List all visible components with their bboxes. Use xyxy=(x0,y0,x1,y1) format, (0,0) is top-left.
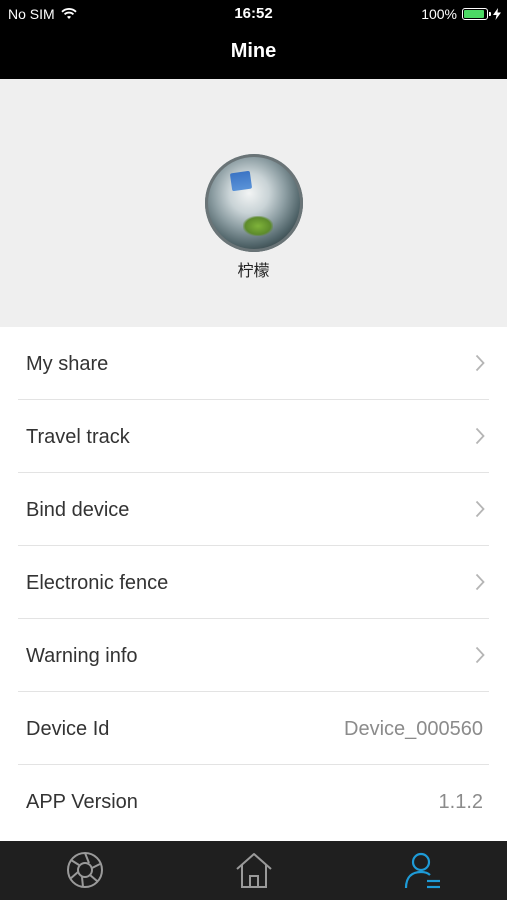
menu-item-label: My share xyxy=(26,353,109,375)
status-right: 100% xyxy=(421,6,501,22)
status-bar: No SIM 16:52 100% xyxy=(0,0,507,28)
chevron-right-icon xyxy=(475,427,485,445)
menu-item-label: Electronic fence xyxy=(26,572,169,594)
chevron-right-icon xyxy=(475,646,485,664)
chevron-right-icon xyxy=(475,354,485,372)
app-version-value: 1.1.2 xyxy=(438,791,483,813)
tab-profile[interactable] xyxy=(403,850,443,890)
menu-item-label: Device Id xyxy=(26,718,110,740)
tab-bar xyxy=(0,841,507,900)
menu-item-my-share[interactable]: My share xyxy=(18,327,489,400)
home-icon xyxy=(236,853,272,888)
battery-icon xyxy=(462,8,491,20)
menu-item-warning-info[interactable]: Warning info xyxy=(18,619,489,692)
chevron-right-icon xyxy=(475,573,485,591)
profile-name: 柠檬 xyxy=(237,261,270,280)
battery-percent: 100% xyxy=(421,6,457,22)
device-id-value: Device_000560 xyxy=(344,718,483,740)
tab-home[interactable] xyxy=(234,850,274,890)
menu-item-app-version: APP Version 1.1.2 xyxy=(18,765,489,838)
menu-item-travel-track[interactable]: Travel track xyxy=(18,400,489,473)
profile-header: 柠檬 xyxy=(0,79,507,327)
menu-item-label: APP Version xyxy=(26,791,138,813)
chevron-right-icon xyxy=(475,500,485,518)
menu-item-bind-device[interactable]: Bind device xyxy=(18,473,489,546)
nav-bar: Mine xyxy=(0,28,507,79)
avatar[interactable] xyxy=(205,154,303,252)
menu-item-device-id: Device Id Device_000560 xyxy=(18,692,489,765)
camera-shutter-icon xyxy=(67,852,103,888)
menu-item-label: Bind device xyxy=(26,499,130,521)
charging-bolt-icon xyxy=(493,8,501,20)
profile-icon xyxy=(404,852,440,889)
menu-item-label: Travel track xyxy=(26,426,130,448)
tab-camera[interactable] xyxy=(65,850,105,890)
settings-menu: My share Travel track Bind device Electr… xyxy=(0,327,507,838)
page-title: Mine xyxy=(230,40,277,62)
menu-item-electronic-fence[interactable]: Electronic fence xyxy=(18,546,489,619)
menu-item-label: Warning info xyxy=(26,645,138,667)
